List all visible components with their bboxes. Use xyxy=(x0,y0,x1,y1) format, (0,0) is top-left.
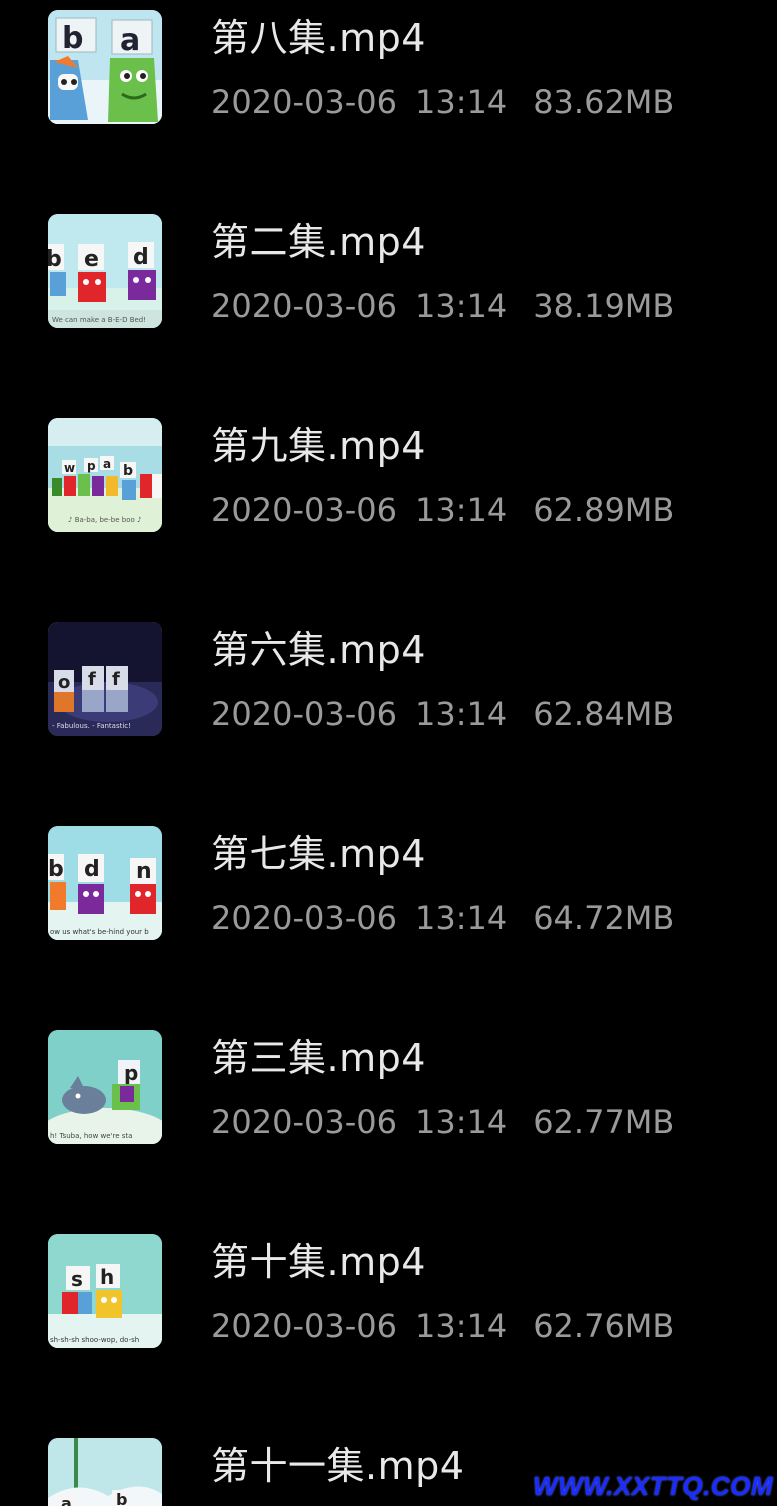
thumb-letter: d xyxy=(84,857,100,882)
video-thumbnail: a b xyxy=(48,1438,162,1506)
file-row-episode-10[interactable]: s h sh-sh-sh shoo-wop, do-sh 第十集.mp4 202… xyxy=(0,1224,777,1428)
thumb-letter: p xyxy=(87,459,96,473)
file-size: 62.84MB xyxy=(533,695,675,733)
file-meta: 2020-03-06 13:14 62.77MB xyxy=(211,1100,674,1144)
video-thumbnail-image: b e d We can make a B-E-D Bed! xyxy=(48,214,162,328)
thumb-letter: b xyxy=(48,247,62,272)
file-time: 13:14 xyxy=(414,1307,508,1345)
file-date: 2020-03-06 xyxy=(211,287,397,325)
video-thumbnail-image: s h sh-sh-sh shoo-wop, do-sh xyxy=(48,1234,162,1348)
file-name: 第八集.mp4 xyxy=(211,16,426,60)
thumb-letter: h xyxy=(100,1265,114,1289)
video-file-list: b a 第八集.mp4 2020-03-06 13:14 83.62MB b e… xyxy=(0,0,777,1506)
video-thumbnail: b d n ow us what's be-hind your b xyxy=(48,826,162,940)
file-size: 62.89MB xyxy=(533,491,675,529)
file-date: 2020-03-06 xyxy=(211,491,397,529)
thumb-letter: f xyxy=(88,669,96,690)
file-date: 2020-03-06 xyxy=(211,1103,397,1141)
video-thumbnail: b a xyxy=(48,10,162,124)
thumb-letter: o xyxy=(58,672,70,693)
file-size: 64.72MB xyxy=(533,899,675,937)
file-row-episode-3[interactable]: p h! Tsuba, how we're sta 第三集.mp4 2020-0… xyxy=(0,1020,777,1224)
file-row-episode-7[interactable]: b d n ow us what's be-hind your b 第七集.mp… xyxy=(0,816,777,1020)
video-thumbnail: p h! Tsuba, how we're sta xyxy=(48,1030,162,1144)
file-name: 第六集.mp4 xyxy=(211,628,426,672)
file-size: 62.77MB xyxy=(533,1103,675,1141)
thumb-letter: b xyxy=(62,21,83,56)
thumb-letter: s xyxy=(71,1267,83,1291)
thumb-letter: d xyxy=(133,245,149,270)
file-date: 2020-03-06 xyxy=(211,83,397,121)
thumb-caption: - Fabulous. - Fantastic! xyxy=(52,722,131,730)
video-thumbnail-image: a b xyxy=(48,1438,162,1506)
file-date: 2020-03-06 xyxy=(211,899,397,937)
file-size: 83.62MB xyxy=(533,83,675,121)
file-name: 第九集.mp4 xyxy=(211,424,426,468)
thumb-letter: p xyxy=(124,1061,138,1085)
video-thumbnail: o f f - Fabulous. - Fantastic! xyxy=(48,622,162,736)
file-meta: 2020-03-06 13:14 62.76MB xyxy=(211,1304,674,1348)
thumb-letter: e xyxy=(84,247,99,272)
thumb-letter: b xyxy=(116,1490,127,1506)
file-row-episode-2[interactable]: b e d We can make a B-E-D Bed! 第二集.mp4 2… xyxy=(0,204,777,408)
file-name: 第二集.mp4 xyxy=(211,220,426,264)
watermark: WWW.XXTTQ.COM xyxy=(533,1471,773,1501)
file-name: 第三集.mp4 xyxy=(211,1036,426,1080)
file-meta: 2020-03-06 13:14 62.84MB xyxy=(211,692,674,736)
file-time: 13:14 xyxy=(414,287,508,325)
video-thumbnail-image: o f f - Fabulous. - Fantastic! xyxy=(48,622,162,736)
thumb-letter: a xyxy=(103,457,111,471)
thumb-caption: sh-sh-sh shoo-wop, do-sh xyxy=(50,1336,139,1344)
file-size: 38.19MB xyxy=(533,287,675,325)
file-row-episode-8[interactable]: b a 第八集.mp4 2020-03-06 13:14 83.62MB xyxy=(0,0,777,204)
file-time: 13:14 xyxy=(414,899,508,937)
thumb-letter: f xyxy=(112,669,120,690)
thumb-caption: ♪ Ba-ba, be-be boo ♪ xyxy=(68,516,141,524)
thumb-letter: a xyxy=(61,1494,72,1506)
file-time: 13:14 xyxy=(414,695,508,733)
file-name: 第十一集.mp4 xyxy=(211,1444,465,1488)
thumb-letter: n xyxy=(136,859,152,884)
thumb-letter: w xyxy=(64,461,75,475)
thumb-letter: b xyxy=(123,463,133,479)
video-thumbnail-image: b d n ow us what's be-hind your b xyxy=(48,826,162,940)
file-size: 62.76MB xyxy=(533,1307,675,1345)
video-thumbnail: b e d We can make a B-E-D Bed! xyxy=(48,214,162,328)
thumb-caption: We can make a B-E-D Bed! xyxy=(52,316,146,324)
thumb-caption: h! Tsuba, how we're sta xyxy=(50,1132,132,1140)
thumb-letter: a xyxy=(120,23,140,58)
file-time: 13:14 xyxy=(414,83,508,121)
file-meta: 2020-03-06 13:14 83.62MB xyxy=(211,80,674,124)
video-thumbnail-image: w p a b ♪ Ba-ba, be-be boo ♪ xyxy=(48,418,162,532)
file-date: 2020-03-06 xyxy=(211,695,397,733)
video-thumbnail: s h sh-sh-sh shoo-wop, do-sh xyxy=(48,1234,162,1348)
video-thumbnail-image: b a xyxy=(48,10,162,124)
file-meta: 2020-03-06 13:14 38.19MB xyxy=(211,284,674,328)
file-row-episode-6[interactable]: o f f - Fabulous. - Fantastic! 第六集.mp4 2… xyxy=(0,612,777,816)
file-meta: 2020-03-06 13:14 62.89MB xyxy=(211,488,674,532)
video-thumbnail: w p a b ♪ Ba-ba, be-be boo ♪ xyxy=(48,418,162,532)
file-time: 13:14 xyxy=(414,1103,508,1141)
video-thumbnail-image: p h! Tsuba, how we're sta xyxy=(48,1030,162,1144)
file-name: 第十集.mp4 xyxy=(211,1240,426,1284)
file-time: 13:14 xyxy=(414,491,508,529)
thumb-caption: ow us what's be-hind your b xyxy=(50,928,149,936)
file-meta: 2020-03-06 13:14 64.72MB xyxy=(211,896,674,940)
thumb-letter: b xyxy=(48,857,64,882)
file-date: 2020-03-06 xyxy=(211,1307,397,1345)
file-row-episode-9[interactable]: w p a b ♪ Ba-ba, be-be boo ♪ 第九集.mp4 202… xyxy=(0,408,777,612)
file-name: 第七集.mp4 xyxy=(211,832,426,876)
